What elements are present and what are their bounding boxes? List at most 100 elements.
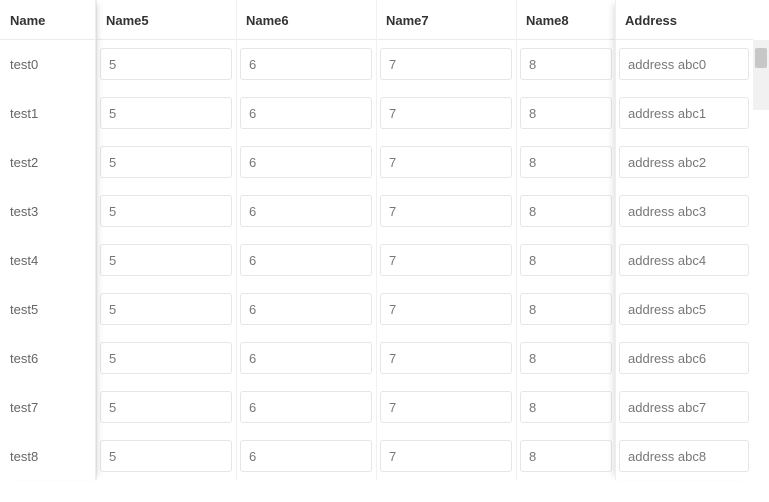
table-cell-name6: 6: [236, 40, 376, 88]
table-cell-name: test5: [0, 285, 96, 333]
table-cell-name7: 7: [376, 432, 516, 480]
name6-input[interactable]: 6: [240, 440, 372, 472]
cell-text: test1: [4, 106, 38, 121]
table-cell-name5: 5: [96, 236, 236, 284]
name8-input[interactable]: 8: [520, 48, 612, 80]
column-header-name5[interactable]: Name5: [96, 0, 236, 40]
table-cell-name6: 6: [236, 89, 376, 137]
name5-input[interactable]: 5: [100, 244, 232, 276]
name8-input[interactable]: 8: [520, 244, 612, 276]
column-header-address[interactable]: Address: [615, 0, 753, 40]
table-cell-name7: 7: [376, 285, 516, 333]
name8-input[interactable]: 8: [520, 342, 612, 374]
name8-input[interactable]: 8: [520, 97, 612, 129]
table-cell-name5: 5: [96, 285, 236, 333]
address-input[interactable]: address abc1: [619, 97, 749, 129]
name6-input[interactable]: 6: [240, 342, 372, 374]
table-cell-name7: 7: [376, 40, 516, 88]
table-cell-name6: 6: [236, 236, 376, 284]
table-cell-name7: 7: [376, 236, 516, 284]
table-cell-address: address abc4: [615, 236, 753, 284]
name6-input[interactable]: 6: [240, 97, 372, 129]
table-cell-name5: 5: [96, 89, 236, 137]
name6-input[interactable]: 6: [240, 195, 372, 227]
name6-input[interactable]: 6: [240, 293, 372, 325]
name7-input[interactable]: 7: [380, 48, 512, 80]
table-cell-name8: 8: [516, 432, 615, 480]
table-cell-name7: 7: [376, 334, 516, 382]
name7-input[interactable]: 7: [380, 195, 512, 227]
column-header-name7[interactable]: Name7: [376, 0, 516, 40]
table-cell-address: address abc8: [615, 432, 753, 480]
cell-text: test7: [4, 400, 38, 415]
table-cell-name8: 8: [516, 334, 615, 382]
name6-input[interactable]: 6: [240, 146, 372, 178]
table-cell-address: address abc2: [615, 138, 753, 186]
name5-input[interactable]: 5: [100, 440, 232, 472]
table-cell-name6: 6: [236, 285, 376, 333]
table-cell-name: test4: [0, 236, 96, 284]
table-cell-name: test7: [0, 383, 96, 431]
table-cell-name: test6: [0, 334, 96, 382]
table-cell-name: test0: [0, 40, 96, 88]
table-cell-name8: 8: [516, 89, 615, 137]
address-input[interactable]: address abc7: [619, 391, 749, 423]
address-input[interactable]: address abc4: [619, 244, 749, 276]
cell-text: test3: [4, 204, 38, 219]
name7-input[interactable]: 7: [380, 146, 512, 178]
name8-input[interactable]: 8: [520, 146, 612, 178]
table-cell-name7: 7: [376, 138, 516, 186]
name5-input[interactable]: 5: [100, 48, 232, 80]
table-cell-name6: 6: [236, 334, 376, 382]
name5-input[interactable]: 5: [100, 146, 232, 178]
name7-input[interactable]: 7: [380, 293, 512, 325]
column-header-name6[interactable]: Name6: [236, 0, 376, 40]
table-cell-name7: 7: [376, 383, 516, 431]
cell-text: test8: [4, 449, 38, 464]
column-header-label: Name7: [386, 13, 429, 28]
address-input[interactable]: address abc5: [619, 293, 749, 325]
table-cell-address: address abc3: [615, 187, 753, 235]
table-cell-name8: 8: [516, 138, 615, 186]
name5-input[interactable]: 5: [100, 391, 232, 423]
table-cell-address: address abc0: [615, 40, 753, 88]
name7-input[interactable]: 7: [380, 391, 512, 423]
address-input[interactable]: address abc0: [619, 48, 749, 80]
column-header-name8[interactable]: Name8: [516, 0, 615, 40]
address-input[interactable]: address abc3: [619, 195, 749, 227]
column-header-label: Name6: [246, 13, 289, 28]
name5-input[interactable]: 5: [100, 342, 232, 374]
table-cell-name8: 8: [516, 40, 615, 88]
name8-input[interactable]: 8: [520, 391, 612, 423]
table-cell-name5: 5: [96, 40, 236, 88]
name6-input[interactable]: 6: [240, 48, 372, 80]
table-cell-name: test2: [0, 138, 96, 186]
table-cell-name6: 6: [236, 432, 376, 480]
name5-input[interactable]: 5: [100, 97, 232, 129]
column-header-name[interactable]: Name: [0, 0, 96, 40]
cell-text: test4: [4, 253, 38, 268]
table-cell-name6: 6: [236, 187, 376, 235]
name7-input[interactable]: 7: [380, 342, 512, 374]
address-input[interactable]: address abc8: [619, 440, 749, 472]
name7-input[interactable]: 7: [380, 244, 512, 276]
name7-input[interactable]: 7: [380, 440, 512, 472]
address-input[interactable]: address abc2: [619, 146, 749, 178]
name7-input[interactable]: 7: [380, 97, 512, 129]
address-input[interactable]: address abc6: [619, 342, 749, 374]
name8-input[interactable]: 8: [520, 195, 612, 227]
name5-input[interactable]: 5: [100, 293, 232, 325]
table-cell-name8: 8: [516, 383, 615, 431]
table-cell-name8: 8: [516, 285, 615, 333]
name8-input[interactable]: 8: [520, 293, 612, 325]
table-container: Name test0 test1 test2 test3 test4 test5test6…: [0, 0, 769, 502]
name6-input[interactable]: 6: [240, 244, 372, 276]
table-cell-name: test3: [0, 187, 96, 235]
table-cell-name5: 5: [96, 334, 236, 382]
table-cell-address: address abc1: [615, 89, 753, 137]
scrollable-columns: Name5 5 5 5 5 5 5 5 5 5 Name6 6 6 6 6 6 6 6 6 6 Name7 7 7 7 7 7 7 7…: [96, 0, 615, 480]
name5-input[interactable]: 5: [100, 195, 232, 227]
cell-text: test2: [4, 155, 38, 170]
name6-input[interactable]: 6: [240, 391, 372, 423]
name8-input[interactable]: 8: [520, 440, 612, 472]
